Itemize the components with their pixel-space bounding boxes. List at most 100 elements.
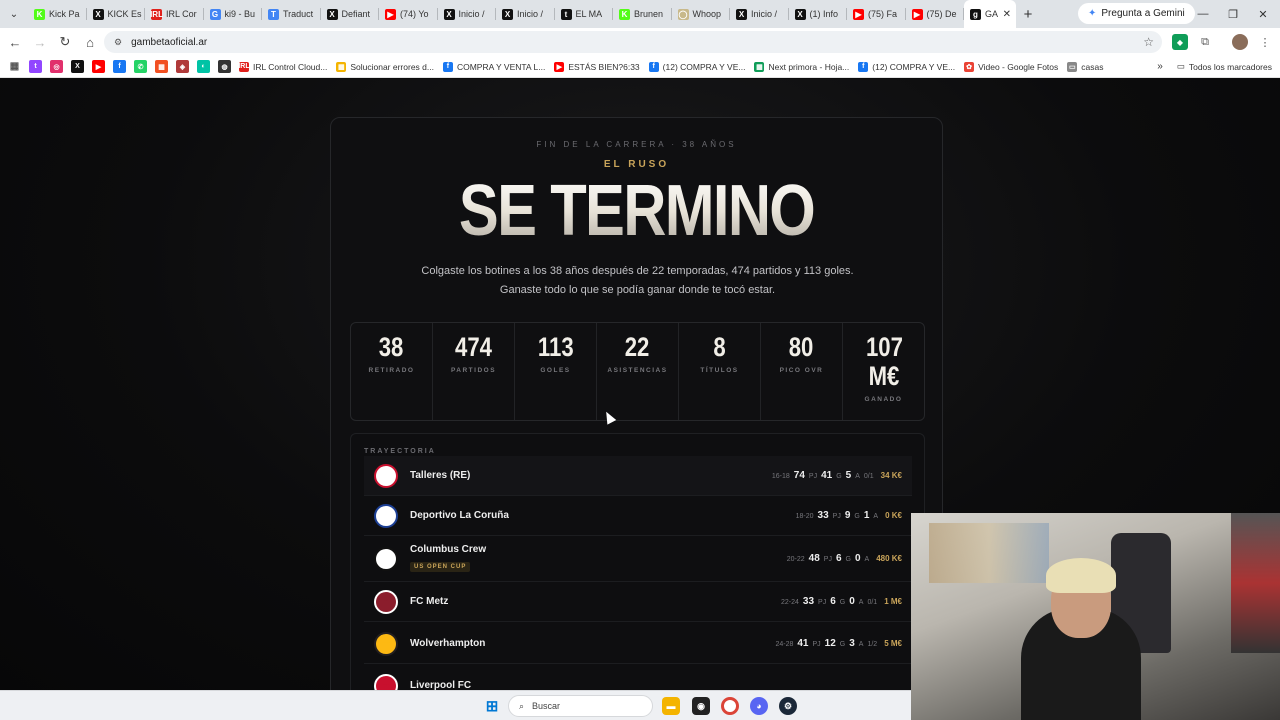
bookmark-icon[interactable]: X	[71, 60, 84, 73]
bookmark-item[interactable]: IRL IRL Control Cloud...	[238, 61, 327, 72]
club-name: Deportivo La Coruña	[410, 510, 509, 521]
club-assists: 0	[849, 596, 855, 607]
bookmark-item[interactable]: ▦ Solucionar errores d...	[336, 61, 434, 72]
club-stats: 24-28 41 PJ 12 G 3 A 1/2 5 M€	[775, 638, 902, 649]
apps-grid-icon[interactable]: ▦	[8, 60, 21, 73]
bookmark-favicon-icon: ▦	[754, 61, 765, 72]
stat-cell: 8 TÍTULOS	[679, 323, 761, 420]
browser-tab[interactable]: X (1) Info	[789, 0, 848, 28]
club-row[interactable]: Wolverhampton Wolverhampton 24-28 41 PJ 12 G 3 A…	[364, 624, 912, 664]
obs-icon[interactable]: ◉	[692, 697, 710, 715]
bookmark-icon[interactable]: ◈	[176, 60, 189, 73]
bookmark-icon[interactable]: ◎	[50, 60, 63, 73]
profile-avatar[interactable]	[1232, 34, 1248, 50]
browser-tab[interactable]: ▶ (75) De	[906, 0, 965, 28]
club-assists: 3	[849, 638, 855, 649]
file-explorer-icon[interactable]: ▬	[662, 697, 680, 715]
home-button[interactable]: ⌂	[78, 30, 102, 54]
forward-button[interactable]: →	[28, 30, 52, 54]
browser-tab[interactable]: K Brunen	[613, 0, 672, 28]
site-info-icon[interactable]: ⚙	[114, 37, 122, 48]
address-bar[interactable]: ⚙ gambetaoficial.ar ☆	[104, 31, 1162, 53]
browser-tab[interactable]: ▶ (74) Yo	[379, 0, 438, 28]
extensions-puzzle-icon[interactable]: ⧉	[1197, 34, 1213, 50]
bookmark-icon[interactable]: ▶	[92, 60, 105, 73]
goals-unit: G	[845, 556, 851, 563]
club-title-badge: US OPEN CUP	[410, 562, 471, 572]
club-row[interactable]: Liverpool FC Liverpool FC	[364, 666, 912, 690]
browser-tab[interactable]: K Kick Pa	[28, 0, 87, 28]
bookmark-item[interactable]: f (12) COMPRA Y VE...	[648, 61, 745, 72]
browser-tab[interactable]: Gki9 - Bu	[204, 0, 263, 28]
bookmark-icon[interactable]: t	[29, 60, 42, 73]
folder-icon: ▭	[1176, 61, 1185, 71]
bookmark-icon[interactable]: ◍	[218, 60, 231, 73]
menu-kebab-icon[interactable]: ⋮	[1257, 34, 1273, 50]
taskbar-search[interactable]: ⌕ Buscar	[508, 695, 653, 717]
club-name: Liverpool FC	[410, 680, 472, 690]
browser-tab[interactable]: X Inicio /	[730, 0, 789, 28]
bookmark-item[interactable]: f (12) COMPRA Y VE...	[858, 61, 955, 72]
all-bookmarks-folder[interactable]: ▭ Todos los marcadores	[1177, 61, 1272, 72]
bookmark-item[interactable]: ✿ Video - Google Fotos	[964, 61, 1058, 72]
browser-tab[interactable]: ◯ Whoop	[672, 0, 731, 28]
bookmark-icons: t ◎ X ▶ f ✆ ▦ ◈ ◐ ◍	[29, 60, 239, 73]
goals-unit: G	[839, 599, 846, 606]
discord-icon[interactable]: ◕	[750, 697, 768, 715]
webcam-overlay	[911, 513, 1280, 720]
club-assists: 0	[854, 553, 861, 564]
stat-cell: 80 PICO OVR	[761, 323, 843, 420]
browser-tab[interactable]: IRL IRL Cor	[145, 0, 204, 28]
tab-title: (1) Info	[809, 9, 839, 19]
maximize-button[interactable]: ❐	[1218, 0, 1248, 28]
bookmark-icon[interactable]: ✆	[134, 60, 147, 73]
club-years: 22-24	[781, 599, 799, 606]
close-tab-icon[interactable]: ✕	[1003, 9, 1011, 20]
tab-search-chevron-icon[interactable]: ⌄	[0, 0, 28, 28]
browser-tab[interactable]: t EL MA	[555, 0, 614, 28]
club-row[interactable]: Talleres (RE) Talleres (RE) 16-18 74 PJ 41 G 5 A…	[364, 456, 912, 496]
back-button[interactable]: ←	[3, 30, 27, 54]
extension-icon[interactable]: ◆	[1172, 34, 1188, 50]
browser-tab[interactable]: X KICK Es	[87, 0, 146, 28]
club-stats: 18-20 33 PJ 9 G 1 A 0 K€	[796, 510, 902, 521]
browser-tab[interactable]: X Defiant	[321, 0, 380, 28]
minimize-button[interactable]: —	[1188, 0, 1218, 28]
close-window-button[interactable]: ✕	[1248, 0, 1278, 28]
club-row[interactable]: FC Metz FC Metz 22-24 33 PJ 6 G 0 A 0/1 1 M€	[364, 582, 912, 622]
more-bookmarks-icon[interactable]: »	[1157, 61, 1163, 72]
stat-label: ASISTENCIAS	[607, 367, 668, 374]
bookmark-icon[interactable]: ◐	[197, 60, 210, 73]
browser-tab[interactable]: X Inicio /	[438, 0, 497, 28]
stat-value: 474	[455, 332, 492, 362]
browser-tab[interactable]: X Inicio /	[496, 0, 555, 28]
club-money: 480 K€	[876, 554, 902, 563]
bookmark-item[interactable]: ▭ casas	[1067, 61, 1103, 72]
tab-favicon-icon: X	[794, 8, 806, 20]
bookmark-item[interactable]: f COMPRA Y VENTA L...	[442, 61, 545, 72]
bookmark-icon[interactable]: f	[113, 60, 126, 73]
bookmark-item[interactable]: ▶ ESTÁS BIEN?6:33	[554, 61, 640, 72]
reload-button[interactable]: ↻	[53, 30, 77, 54]
club-name: Columbus Crew	[410, 544, 487, 555]
stat-label: PARTIDOS	[450, 367, 497, 374]
browser-tab[interactable]: ▶ (75) Fa	[847, 0, 906, 28]
gemini-button[interactable]: ✦ Pregunta a Gemini	[1078, 3, 1195, 24]
steam-icon[interactable]: ⚙	[779, 697, 797, 715]
bookmark-favicon-icon: f	[858, 61, 869, 72]
chrome-icon[interactable]	[721, 697, 739, 715]
bookmark-icon[interactable]: ▦	[155, 60, 168, 73]
windows-start-icon[interactable]: ⊞	[483, 697, 501, 715]
club-assists: 5	[845, 470, 852, 481]
club-years: 18-20	[795, 513, 814, 520]
club-row[interactable]: Columbus Crew Columbus Crew US OPEN CUP 20-…	[364, 536, 912, 582]
bookmark-item[interactable]: ▦ Next primora - Hoja...	[754, 61, 849, 72]
tab-strip: ⌄ K Kick Pa X KICK Es IRL IRL Cor Gki9 - Bu T Tr…	[0, 0, 1280, 28]
browser-tab[interactable]: T Traduct	[262, 0, 321, 28]
new-tab-button[interactable]: +	[1016, 6, 1040, 23]
club-matches: 33	[802, 596, 815, 607]
cabinet-shape	[1231, 513, 1280, 653]
browser-tab-active[interactable]: g GA ✕	[964, 0, 1016, 28]
club-row[interactable]: Deportivo La Coruña Deportivo La Coruña 18…	[364, 496, 912, 536]
bookmark-star-icon[interactable]: ☆	[1143, 35, 1154, 49]
